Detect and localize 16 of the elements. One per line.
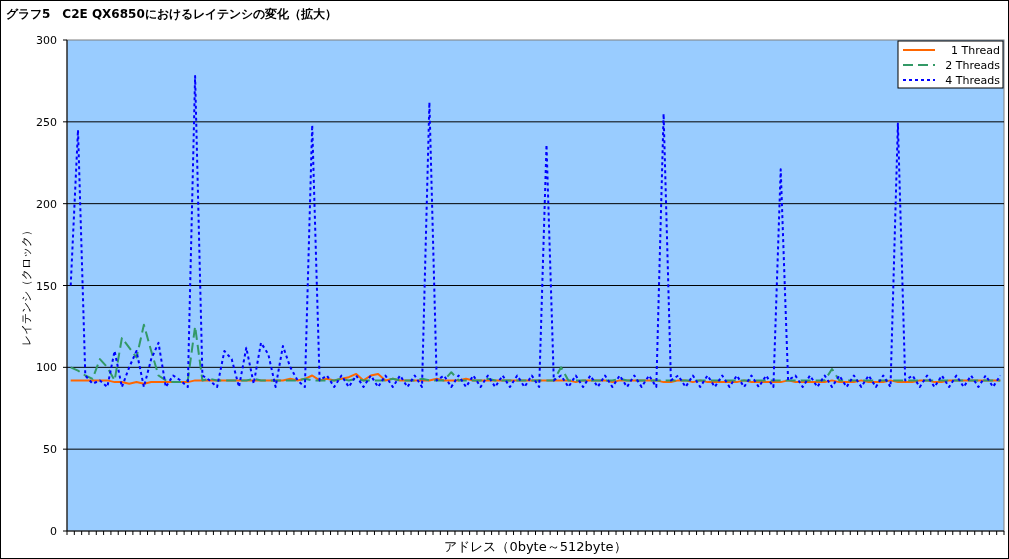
y-tick-label: 250: [36, 115, 57, 129]
legend-label: 1 Thread: [951, 44, 1000, 57]
legend-line-icon: [902, 79, 936, 81]
y-tick-label: 150: [36, 279, 57, 293]
y-tick-label: 200: [36, 197, 57, 211]
chart-title: グラフ5 C2E QX6850におけるレイテンシの変化（拡大）: [6, 7, 337, 21]
legend-label: 4 Threads: [945, 74, 1000, 87]
y-tick-label: 300: [36, 34, 57, 47]
y-tick-label: 100: [36, 361, 57, 375]
legend-line-icon: [902, 64, 936, 66]
y-tick-label: 0: [50, 525, 57, 538]
legend-line-icon: [902, 49, 936, 51]
y-tick-label: 50: [43, 443, 57, 457]
y-axis-title: レイテンシ（クロック）: [20, 225, 33, 346]
legend-label: 2 Threads: [945, 59, 1000, 72]
x-axis-title: アドレス（0byte～512byte）: [444, 539, 627, 554]
